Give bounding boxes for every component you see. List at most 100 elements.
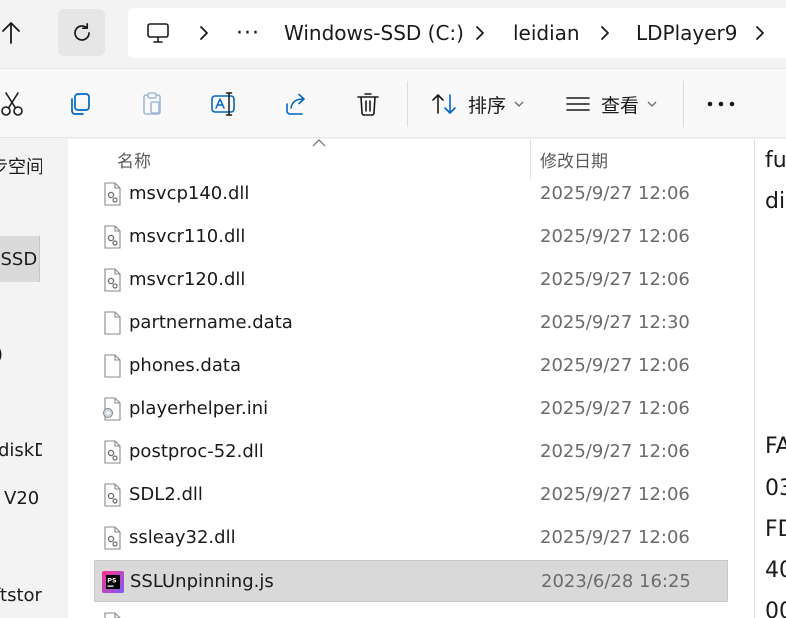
address-bar[interactable]: ··· Windows-SSD (C:) leidian LDPlayer9: [128, 8, 786, 58]
clipboard-icon: [143, 92, 161, 115]
chevron-right-icon: [200, 26, 208, 40]
file-row[interactable]: postproc-52.dll 2025/9/27 12:06: [94, 431, 728, 473]
sort-label: 排序: [468, 94, 507, 117]
dll-file-icon: [101, 440, 123, 464]
file-row[interactable]: msvcr110.dll 2025/9/27 12:06: [94, 216, 728, 258]
file-name: SDL2.dll: [129, 484, 203, 505]
share-button[interactable]: [280, 83, 312, 125]
preview-text-line: FD: [765, 517, 786, 542]
dll-file-icon: [101, 225, 123, 249]
column-header-name[interactable]: 名称: [117, 147, 151, 172]
view-list-icon: [566, 97, 590, 111]
file-modified-date: 2025/9/27 12:06: [540, 226, 690, 247]
file-row[interactable]: phones.data 2025/9/27 12:06: [94, 345, 728, 387]
file-row[interactable]: SDL2.dll 2025/9/27 12:06: [94, 474, 728, 516]
nav-item[interactable]: diskD: [0, 440, 42, 461]
dll-file-icon: [101, 612, 123, 618]
file-modified-date: 2025/9/27 12:06: [540, 355, 690, 376]
file-modified-date: 2025/9/27 12:30: [540, 312, 690, 333]
breadcrumb-leidian[interactable]: leidian: [513, 8, 580, 58]
file-modified-date: 2025/9/27 12:06: [540, 441, 690, 462]
file-row[interactable]: [94, 603, 728, 618]
chevron-right-icon: [756, 26, 764, 40]
file-modified-date: 2023/6/28 16:25: [541, 571, 691, 592]
file-row[interactable]: ssleay32.dll 2025/9/27 12:06: [94, 517, 728, 559]
file-name: playerhelper.ini: [129, 398, 269, 419]
up-button[interactable]: [0, 14, 26, 52]
scissors-icon: [1, 92, 23, 116]
file-modified-date: 2025/9/27 12:06: [540, 484, 690, 505]
paste-button[interactable]: [136, 83, 168, 125]
file-modified-date: 2025/9/27 12:06: [540, 527, 690, 548]
copy-icon: [71, 93, 90, 115]
chevron-right-icon: [476, 26, 484, 40]
file-name: SSLUnpinning.js: [130, 571, 274, 592]
share-icon: [286, 93, 305, 115]
preview-pane: fu di FA 03 FD 40 00: [754, 139, 786, 618]
file-name: msvcr110.dll: [129, 226, 246, 247]
command-toolbar: 排序 查看: [0, 68, 786, 138]
nav-item[interactable]: ftstor: [0, 585, 42, 606]
cut-button[interactable]: [0, 83, 30, 125]
copy-button[interactable]: [64, 83, 96, 125]
breadcrumb-drive[interactable]: Windows-SSD (C:): [284, 8, 464, 58]
preview-text-line: fu: [765, 148, 786, 173]
rename-icon: [211, 92, 235, 116]
file-list: 名称 修改日期 msvcp140.dll 2025/9/27 12:06 msvcr…: [68, 139, 754, 618]
breadcrumb-separator: [599, 8, 611, 58]
chevron-down-icon: [514, 101, 524, 107]
file-modified-date: 2025/9/27 12:06: [540, 269, 690, 290]
refresh-icon: [73, 22, 90, 41]
nav-item-selected[interactable]: -SSD: [0, 236, 40, 282]
breadcrumb-separator: [754, 8, 766, 58]
preview-text-line: FA: [765, 434, 786, 459]
blank-file-icon: [101, 354, 123, 378]
file-row[interactable]: playerhelper.ini 2025/9/27 12:06: [94, 388, 728, 430]
preview-text-line: di: [765, 189, 786, 214]
sort-button[interactable]: 排序: [430, 83, 530, 125]
dll-file-icon: [101, 483, 123, 507]
refresh-button[interactable]: [58, 9, 105, 56]
preview-text-line: 03: [765, 476, 786, 501]
file-row-selected[interactable]: PS SSLUnpinning.js 2023/6/28 16:25: [94, 560, 728, 602]
preview-text-line: 00: [765, 599, 786, 618]
blank-file-icon: [101, 311, 123, 335]
arrow-up-icon: [2, 22, 20, 44]
file-row[interactable]: partnername.data 2025/9/27 12:30: [94, 302, 728, 344]
toolbar-separator: [407, 81, 408, 127]
preview-text-line: 40: [765, 558, 786, 583]
toolbar-separator: [683, 81, 684, 127]
dll-file-icon: [101, 526, 123, 550]
delete-button[interactable]: [352, 83, 384, 125]
nav-item[interactable]: ): [0, 344, 3, 365]
breadcrumb-separator: [198, 8, 210, 58]
computer-icon: [147, 23, 169, 43]
file-row[interactable]: msvcp140.dll 2025/9/27 12:06: [94, 173, 728, 215]
file-row[interactable]: msvcr120.dll 2025/9/27 12:06: [94, 259, 728, 301]
view-label: 查看: [601, 94, 640, 117]
more-dots-icon: [707, 101, 735, 107]
address-row: ··· Windows-SSD (C:) leidian LDPlayer9: [0, 0, 786, 68]
breadcrumb-separator: [474, 8, 486, 58]
file-name: ssleay32.dll: [129, 527, 236, 548]
svg-text:PS: PS: [107, 577, 117, 585]
sort-ascending-icon: [312, 139, 326, 147]
nav-item[interactable]: 步空间: [0, 153, 42, 179]
phpstorm-js-file-icon: PS: [102, 570, 124, 594]
rename-button[interactable]: [208, 83, 240, 125]
file-name: postproc-52.dll: [129, 441, 264, 462]
more-options-button[interactable]: [703, 83, 739, 125]
chevron-right-icon: [601, 26, 609, 40]
view-button[interactable]: 查看: [565, 83, 665, 125]
file-name: phones.data: [129, 355, 241, 376]
file-name: partnername.data: [129, 312, 293, 333]
navigation-pane: 步空间 -SSD ) diskD V20 ftstor: [0, 139, 42, 618]
breadcrumb-ldplayer9[interactable]: LDPlayer9: [636, 8, 738, 58]
breadcrumb-more[interactable]: ···: [236, 8, 260, 58]
column-header-date[interactable]: 修改日期: [540, 147, 608, 172]
nav-item[interactable]: V20: [4, 488, 39, 509]
chevron-down-icon: [647, 101, 657, 107]
file-modified-date: 2025/9/27 12:06: [540, 183, 690, 204]
navigation-scrollbar[interactable]: [42, 139, 68, 618]
trash-icon: [357, 93, 379, 116]
